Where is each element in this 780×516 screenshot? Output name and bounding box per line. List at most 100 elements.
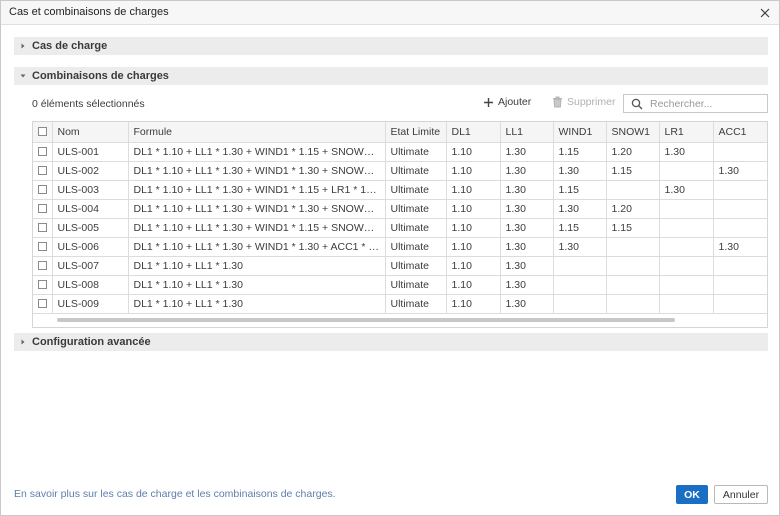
- row-select-cell[interactable]: [33, 142, 53, 162]
- cancel-button[interactable]: Annuler: [714, 485, 768, 504]
- add-button[interactable]: Ajouter: [483, 96, 531, 108]
- cell-factor: [713, 199, 767, 219]
- cell-factor: [659, 237, 714, 257]
- table-row[interactable]: ULS-008 DL1 * 1.10 + LL1 * 1.30 Ultimate…: [33, 275, 767, 295]
- table-header-row: Nom Formule Etat Limite DL1 LL1 WIND1 SN…: [33, 122, 767, 143]
- cell-factor: [553, 294, 607, 314]
- column-header[interactable]: Etat Limite: [385, 122, 447, 143]
- cell-factor: 1.15: [553, 180, 607, 200]
- cell-name: ULS-002: [52, 161, 129, 181]
- cell-formula: DL1 * 1.10 + LL1 * 1.30: [128, 256, 386, 276]
- row-select-cell[interactable]: [33, 218, 53, 238]
- cell-factor: 1.10: [446, 275, 501, 295]
- cell-limit-state: Ultimate: [385, 142, 447, 162]
- table-row[interactable]: ULS-002 DL1 * 1.10 + LL1 * 1.30 + WIND1 …: [33, 161, 767, 181]
- chevron-right-icon: [21, 339, 25, 345]
- column-header[interactable]: LL1: [500, 122, 554, 143]
- cell-name: ULS-007: [52, 256, 129, 276]
- row-checkbox[interactable]: [37, 299, 47, 309]
- help-link[interactable]: En savoir plus sur les cas de charge et …: [14, 488, 336, 500]
- column-header[interactable]: WIND1: [553, 122, 607, 143]
- cell-formula: DL1 * 1.10 + LL1 * 1.30 + WIND1 * 1.30 +…: [128, 237, 386, 257]
- column-header[interactable]: SNOW1: [606, 122, 660, 143]
- row-select-cell[interactable]: [33, 256, 53, 276]
- cell-factor: [713, 142, 767, 162]
- cell-factor: 1.30: [500, 256, 554, 276]
- cell-factor: 1.30: [713, 237, 767, 257]
- cell-factor: 1.15: [553, 142, 607, 162]
- delete-button-label: Supprimer: [567, 96, 616, 108]
- section-load-cases[interactable]: Cas de charge: [14, 37, 768, 55]
- row-select-cell[interactable]: [33, 275, 53, 295]
- cell-factor: [659, 218, 714, 238]
- section-advanced[interactable]: Configuration avancée: [14, 333, 768, 351]
- select-all-cell[interactable]: [33, 122, 53, 143]
- column-header[interactable]: Formule: [128, 122, 386, 143]
- cell-factor: [659, 161, 714, 181]
- row-select-cell[interactable]: [33, 161, 53, 181]
- cell-factor: 1.30: [659, 180, 714, 200]
- delete-button[interactable]: Supprimer: [552, 96, 615, 108]
- section-advanced-label: Configuration avancée: [32, 336, 151, 348]
- table-row[interactable]: ULS-006 DL1 * 1.10 + LL1 * 1.30 + WIND1 …: [33, 237, 767, 257]
- table-row[interactable]: ULS-003 DL1 * 1.10 + LL1 * 1.30 + WIND1 …: [33, 180, 767, 200]
- row-checkbox[interactable]: [37, 166, 47, 176]
- column-header[interactable]: Nom: [52, 122, 129, 143]
- row-checkbox[interactable]: [37, 261, 47, 271]
- cell-factor: [659, 275, 714, 295]
- row-checkbox[interactable]: [37, 185, 47, 195]
- cell-factor: 1.10: [446, 237, 501, 257]
- search-input[interactable]: [650, 96, 765, 111]
- row-checkbox[interactable]: [37, 147, 47, 157]
- cell-name: ULS-009: [52, 294, 129, 314]
- cell-factor: [659, 294, 714, 314]
- cell-factor: [606, 294, 660, 314]
- cell-limit-state: Ultimate: [385, 237, 447, 257]
- cell-factor: 1.30: [500, 142, 554, 162]
- table-row[interactable]: ULS-007 DL1 * 1.10 + LL1 * 1.30 Ultimate…: [33, 256, 767, 276]
- row-select-cell[interactable]: [33, 180, 53, 200]
- row-checkbox[interactable]: [37, 204, 47, 214]
- row-select-cell[interactable]: [33, 199, 53, 219]
- table-row[interactable]: ULS-004 DL1 * 1.10 + LL1 * 1.30 + WIND1 …: [33, 199, 767, 219]
- cell-factor: 1.10: [446, 180, 501, 200]
- cell-formula: DL1 * 1.10 + LL1 * 1.30: [128, 275, 386, 295]
- cell-factor: 1.15: [606, 161, 660, 181]
- horizontal-scrollbar[interactable]: [57, 318, 675, 322]
- row-select-cell[interactable]: [33, 294, 53, 314]
- cell-factor: [659, 199, 714, 219]
- ok-button[interactable]: OK: [676, 485, 708, 504]
- cell-formula: DL1 * 1.10 + LL1 * 1.30 + WIND1 * 1.30 +…: [128, 199, 386, 219]
- cell-factor: 1.30: [500, 237, 554, 257]
- column-header[interactable]: LR1: [659, 122, 714, 143]
- section-load-cases-label: Cas de charge: [32, 40, 108, 52]
- cell-factor: 1.20: [606, 142, 660, 162]
- cell-factor: 1.30: [553, 237, 607, 257]
- cell-factor: 1.30: [553, 199, 607, 219]
- close-icon: [760, 8, 770, 18]
- cell-factor: 1.30: [500, 180, 554, 200]
- combinations-table: Nom Formule Etat Limite DL1 LL1 WIND1 SN…: [32, 121, 768, 328]
- table-row[interactable]: ULS-001 DL1 * 1.10 + LL1 * 1.30 + WIND1 …: [33, 142, 767, 162]
- cell-limit-state: Ultimate: [385, 218, 447, 238]
- close-button[interactable]: [755, 3, 775, 23]
- section-combinations[interactable]: Combinaisons de charges: [14, 67, 768, 85]
- cell-factor: [713, 256, 767, 276]
- table-row[interactable]: ULS-005 DL1 * 1.10 + LL1 * 1.30 + WIND1 …: [33, 218, 767, 238]
- column-header[interactable]: DL1: [446, 122, 501, 143]
- row-checkbox[interactable]: [37, 223, 47, 233]
- cell-factor: [713, 294, 767, 314]
- cell-factor: 1.10: [446, 294, 501, 314]
- column-header[interactable]: ACC1: [713, 122, 767, 143]
- row-checkbox[interactable]: [37, 280, 47, 290]
- chevron-down-icon: [20, 74, 26, 78]
- table-row[interactable]: ULS-009 DL1 * 1.10 + LL1 * 1.30 Ultimate…: [33, 294, 767, 314]
- select-all-checkbox[interactable]: [37, 127, 47, 137]
- cell-factor: [606, 275, 660, 295]
- cell-factor: 1.15: [553, 218, 607, 238]
- selection-count: 0 éléments sélectionnés: [32, 98, 145, 110]
- cell-factor: 1.30: [713, 161, 767, 181]
- row-select-cell[interactable]: [33, 237, 53, 257]
- row-checkbox[interactable]: [37, 242, 47, 252]
- cell-name: ULS-006: [52, 237, 129, 257]
